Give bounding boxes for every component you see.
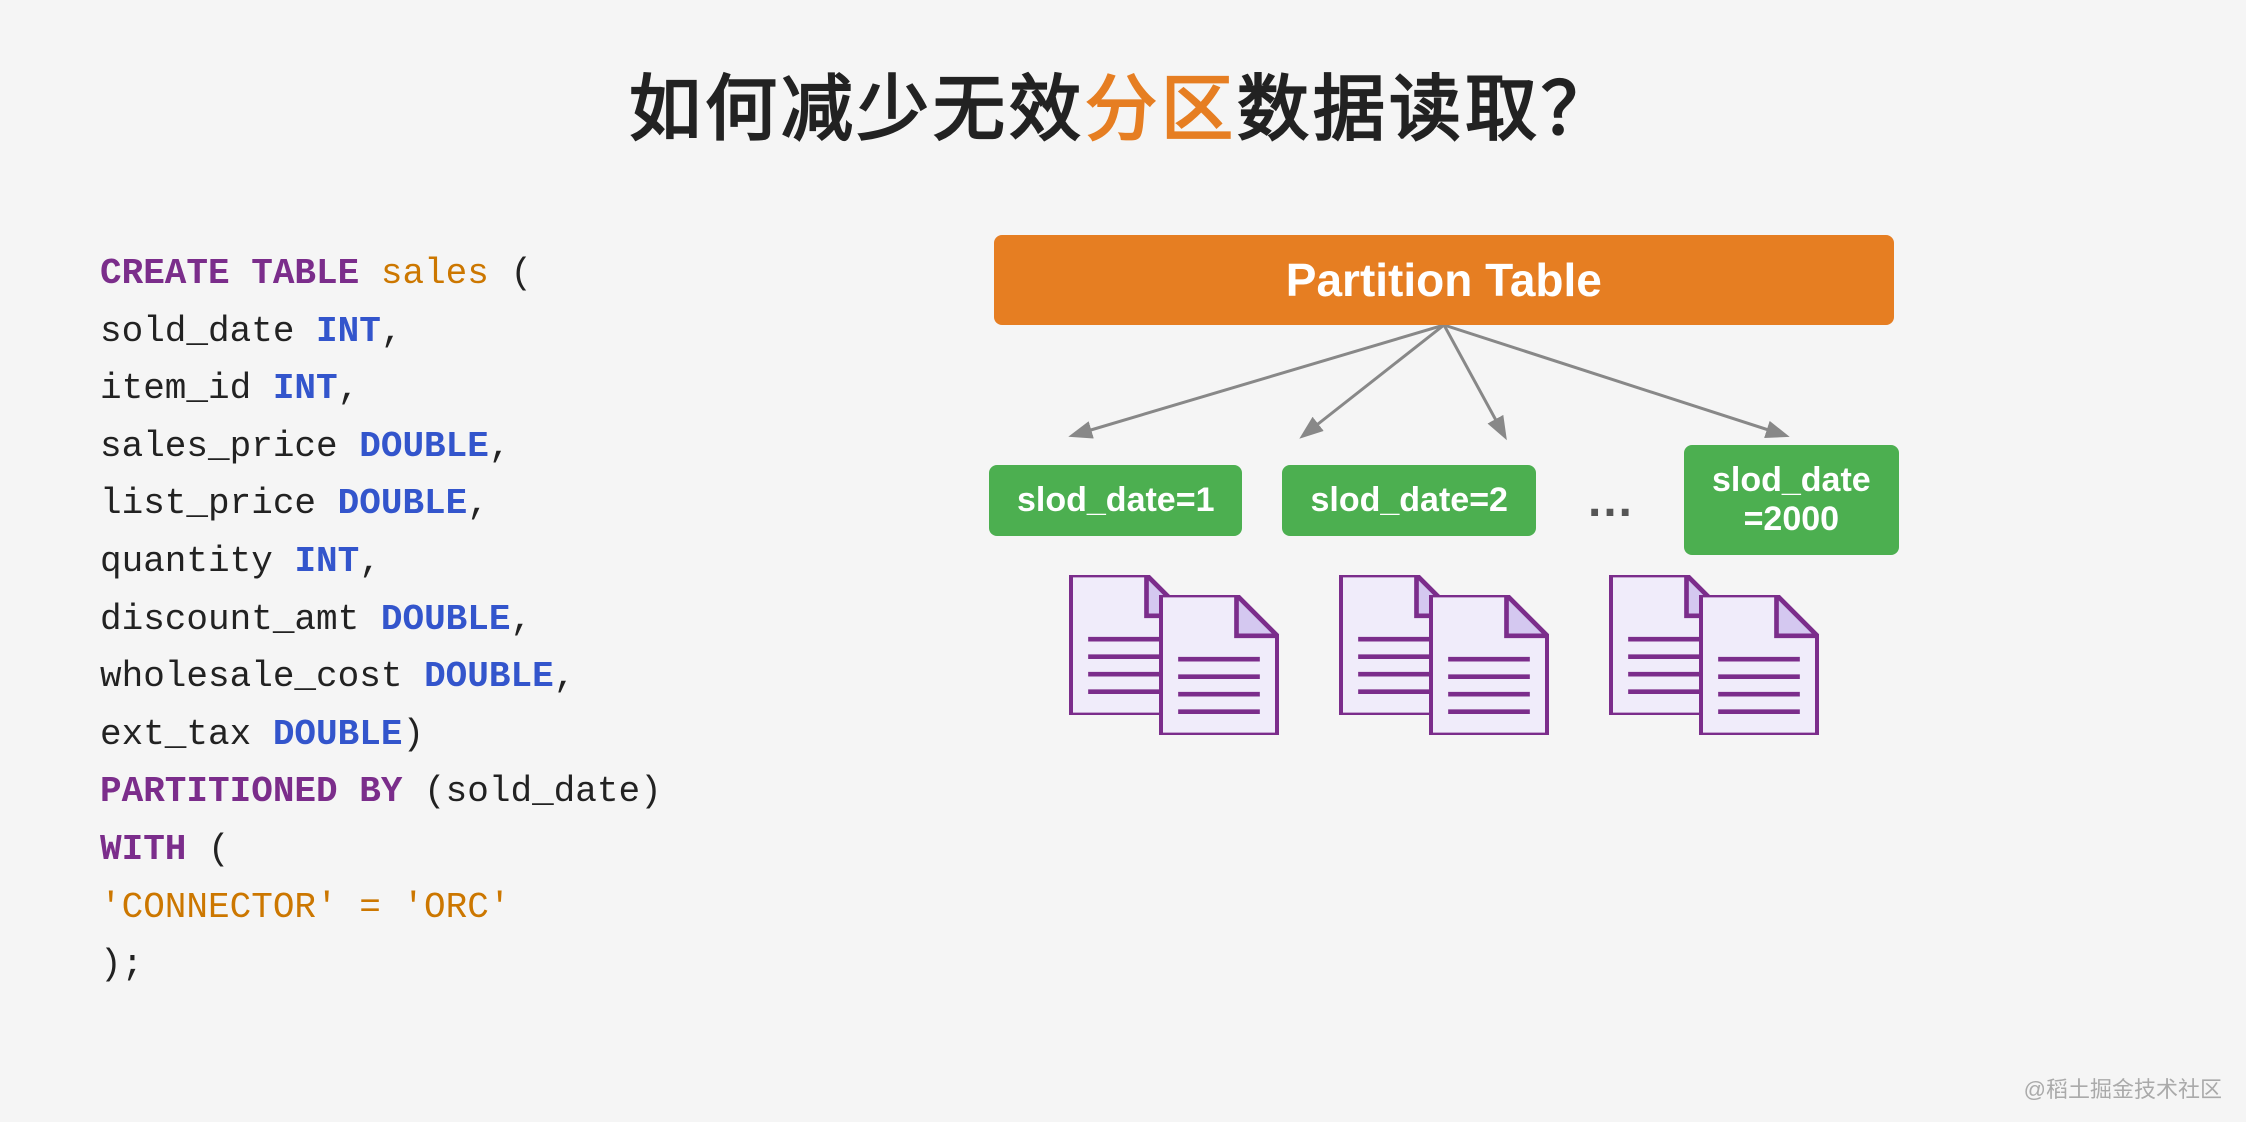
ellipsis-node: … [1576, 473, 1644, 528]
file-icon-3b [1699, 595, 1819, 740]
code-line: PARTITIONED BY (sold_date) [100, 763, 662, 821]
content-area: CREATE TABLE sales ( sold_date INT, item… [0, 185, 2246, 994]
file-group-1 [1069, 575, 1279, 740]
file-group-2 [1339, 575, 1549, 740]
title-highlight: 分区 [1085, 70, 1237, 150]
partition-node-2: slod_date=2 [1282, 465, 1535, 536]
tree-lines [964, 325, 1924, 445]
diagram-area: Partition Table slod_date=1 slod_date=2 … [742, 225, 2146, 994]
partition-node-2000: slod_date=2000 [1684, 445, 1899, 555]
title-prefix: 如何减少无效 [629, 70, 1085, 150]
partition-node-1: slod_date=1 [989, 465, 1242, 536]
code-line: ext_tax DOUBLE) [100, 706, 662, 764]
title-suffix: 数据读取？ [1237, 70, 1617, 150]
code-line: discount_amt DOUBLE, [100, 591, 662, 649]
file-icon-2b [1429, 595, 1549, 740]
code-line: ); [100, 936, 662, 994]
code-block: CREATE TABLE sales ( sold_date INT, item… [100, 225, 662, 994]
file-icon-1b [1159, 595, 1279, 740]
code-line: item_id INT, [100, 360, 662, 418]
code-line: sales_price DOUBLE, [100, 418, 662, 476]
watermark: @稻土掘金技术社区 [2024, 1072, 2222, 1104]
code-line: sold_date INT, [100, 303, 662, 361]
partition-table-box: Partition Table [994, 235, 1894, 325]
code-line: list_price DOUBLE, [100, 475, 662, 533]
file-group-3 [1609, 575, 1819, 740]
code-line: wholesale_cost DOUBLE, [100, 648, 662, 706]
code-line: WITH ( [100, 821, 662, 879]
partitions-row: slod_date=1 slod_date=2 … slod_date=2000 [989, 445, 1899, 555]
code-line: CREATE TABLE sales ( [100, 245, 662, 303]
files-row [1069, 575, 1819, 740]
code-line: quantity INT, [100, 533, 662, 591]
page-title: 如何减少无效分区数据读取？ [0, 0, 2246, 185]
code-line: 'CONNECTOR' = 'ORC' [100, 879, 662, 937]
